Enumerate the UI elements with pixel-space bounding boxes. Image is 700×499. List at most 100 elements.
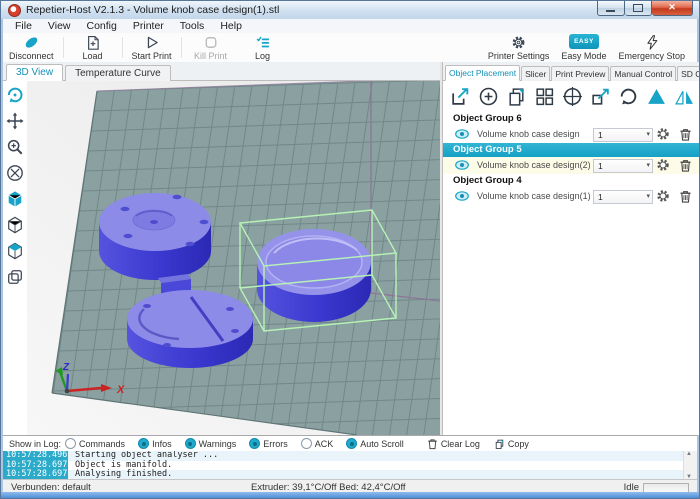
isometric-view-icon[interactable] [6, 190, 24, 208]
object-group-header-selected[interactable]: Object Group 5 [443, 143, 699, 157]
main-toolbar: Disconnect Load Start Print Kill Print L… [3, 33, 697, 63]
printer-settings-gear-icon [512, 36, 525, 49]
disconnect-button[interactable]: Disconnect [3, 33, 60, 62]
delete-object-trash-icon[interactable] [679, 127, 692, 141]
object-group-header[interactable]: Object Group 6 [443, 112, 699, 126]
mirror-object-icon[interactable] [674, 86, 695, 107]
show-edges-icon[interactable] [6, 268, 24, 286]
tab-sd-card[interactable]: SD Card [677, 66, 699, 81]
printer-settings-button[interactable]: Printer Settings [482, 33, 556, 62]
object-volume-knob-case-design[interactable] [99, 193, 211, 280]
filter-commands[interactable]: Commands [65, 438, 125, 449]
copies-dropdown[interactable]: 1 [593, 158, 653, 173]
3d-viewport[interactable]: X Z [3, 81, 440, 435]
object-row[interactable]: Volume knob case design 1 [443, 126, 699, 143]
easy-mode-badge: EASY [568, 34, 599, 49]
window-bottom-border [1, 492, 699, 498]
menu-file[interactable]: File [7, 20, 40, 32]
menu-printer[interactable]: Printer [125, 20, 172, 32]
tab-print-preview[interactable]: Print Preview [551, 66, 610, 81]
object-settings-gear-icon[interactable] [656, 127, 670, 141]
right-panel: Object Placement Slicer Print Preview Ma… [442, 62, 699, 435]
object-name: Volume knob case design [477, 129, 580, 139]
autoposition-icon[interactable] [534, 86, 555, 107]
infos-radio[interactable] [138, 438, 150, 449]
export-object-icon[interactable] [450, 86, 471, 107]
minimize-button[interactable] [597, 1, 625, 16]
object-settings-gear-icon[interactable] [656, 189, 670, 203]
object-row-highlighted[interactable]: Volume knob case design(2) 1 [443, 157, 699, 174]
z-axis-label: Z [62, 362, 70, 373]
3d-scene-canvas[interactable]: X Z [27, 81, 440, 435]
close-button[interactable] [652, 1, 693, 16]
tab-slicer[interactable]: Slicer [521, 66, 551, 81]
title-bar[interactable]: Repetier-Host V2.1.3 - Volume knob case … [1, 1, 699, 19]
errors-radio[interactable] [249, 438, 261, 449]
disconnect-icon [25, 37, 38, 48]
copies-dropdown[interactable]: 1 [593, 189, 653, 204]
clear-log-button[interactable]: Clear Log [427, 437, 480, 450]
load-button[interactable]: Load [67, 33, 119, 62]
x-axis-label: X [116, 384, 125, 396]
object-settings-gear-icon[interactable] [656, 158, 670, 172]
front-view-icon[interactable] [6, 216, 24, 234]
auto-scroll-radio[interactable] [346, 438, 358, 449]
menu-bar: File View Config Printer Tools Help [3, 19, 697, 33]
object-volume-knob-case-design-2-selected[interactable] [257, 229, 371, 322]
view-area: 3D View Temperature Curve X Z [3, 62, 440, 435]
top-view-icon[interactable] [6, 242, 24, 260]
start-print-icon [147, 36, 158, 49]
filter-warnings[interactable]: Warnings [184, 438, 236, 449]
scale-object-icon[interactable] [590, 86, 611, 107]
zoom-view-icon[interactable] [6, 138, 24, 156]
toolbar-separator [62, 37, 64, 58]
copy-log-icon [495, 439, 504, 449]
toolbar-separator [180, 37, 182, 58]
menu-config[interactable]: Config [79, 20, 125, 32]
delete-object-trash-icon[interactable] [679, 189, 692, 203]
move-object-icon[interactable] [6, 164, 24, 182]
visibility-eye-icon[interactable] [455, 191, 469, 201]
filter-infos[interactable]: Infos [138, 438, 172, 449]
tab-3d-view[interactable]: 3D View [6, 64, 64, 81]
add-object-icon[interactable] [478, 86, 499, 107]
menu-help[interactable]: Help [212, 20, 250, 32]
rotate-object-icon[interactable] [618, 86, 639, 107]
object-row[interactable]: Volume knob case design(1) 1 [443, 188, 699, 205]
menu-tools[interactable]: Tools [172, 20, 213, 32]
visibility-eye-icon[interactable] [455, 160, 469, 170]
lay-flat-icon[interactable] [646, 86, 667, 107]
move-view-icon[interactable] [6, 112, 24, 130]
start-print-button[interactable]: Start Print [126, 33, 178, 62]
log-section: Show in Log: Commands Infos Warnings Err… [3, 435, 697, 480]
delete-object-trash-icon[interactable] [679, 158, 692, 172]
warnings-radio[interactable] [184, 438, 196, 449]
ack-radio[interactable] [300, 438, 312, 449]
log-output[interactable]: 10:57:28.496 Starting object analyser ...… [3, 451, 683, 480]
visibility-eye-icon[interactable] [455, 129, 469, 139]
center-object-icon[interactable] [562, 86, 583, 107]
app-window: Repetier-Host V2.1.3 - Volume knob case … [0, 0, 700, 499]
menu-view[interactable]: View [40, 20, 79, 32]
tab-object-placement[interactable]: Object Placement [445, 65, 521, 81]
log-scrollbar[interactable] [683, 451, 697, 480]
filter-auto-scroll[interactable]: Auto Scroll [346, 438, 404, 449]
copies-dropdown[interactable]: 1 [593, 127, 653, 142]
window-controls [597, 1, 693, 16]
commands-radio[interactable] [65, 438, 77, 449]
log-toggle-button[interactable]: Log [237, 33, 289, 62]
tab-temperature-curve[interactable]: Temperature Curve [65, 65, 171, 81]
toolbar-right-group: Printer Settings EASY Easy Mode Emergenc… [482, 33, 697, 62]
easy-mode-button[interactable]: EASY Easy Mode [555, 33, 612, 62]
object-volume-knob-case-design-1[interactable] [127, 290, 253, 368]
maximize-button[interactable] [625, 1, 652, 16]
tab-manual-control[interactable]: Manual Control [610, 66, 677, 81]
rotate-view-icon[interactable] [6, 86, 24, 104]
view-tab-bar: 3D View Temperature Curve [3, 62, 440, 81]
object-group-header[interactable]: Object Group 4 [443, 174, 699, 188]
filter-ack[interactable]: ACK [300, 438, 333, 449]
copy-log-button[interactable]: Copy [494, 438, 529, 450]
filter-errors[interactable]: Errors [249, 438, 288, 449]
emergency-stop-button[interactable]: Emergency Stop [612, 33, 691, 62]
copy-object-icon[interactable] [506, 86, 527, 107]
